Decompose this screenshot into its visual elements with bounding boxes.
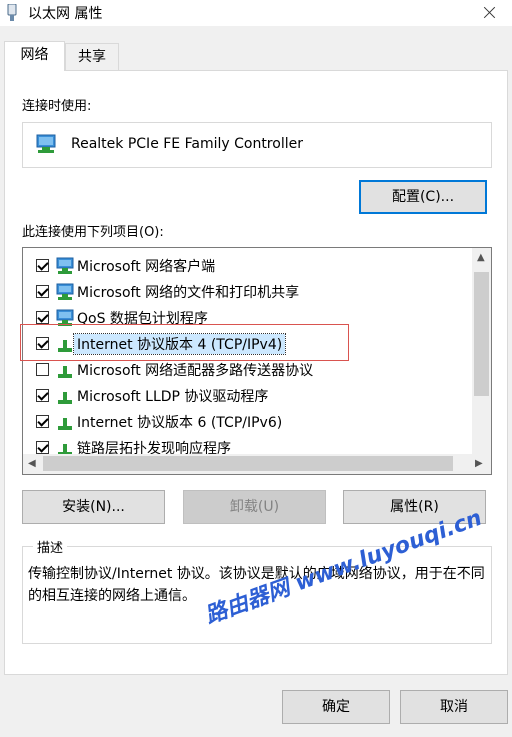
checkbox[interactable] bbox=[36, 311, 49, 324]
checkbox[interactable] bbox=[36, 285, 49, 298]
components-list[interactable]: Microsoft 网络客户端 Microsoft 网络的文件和打印机共享 Qo… bbox=[22, 247, 492, 475]
protocol-icon bbox=[58, 418, 72, 430]
network-client-icon bbox=[56, 257, 74, 274]
description-legend: 描述 bbox=[33, 537, 68, 556]
scroll-left-icon[interactable]: ◀ bbox=[28, 458, 36, 469]
title-bar: 以太网 属性 bbox=[0, 0, 512, 26]
cancel-button[interactable]: 取消 bbox=[400, 690, 508, 724]
close-button[interactable] bbox=[474, 0, 504, 26]
ok-button[interactable]: 确定 bbox=[282, 690, 390, 724]
vertical-scrollbar[interactable]: ▲ ▼ bbox=[472, 248, 491, 474]
checkbox[interactable] bbox=[36, 415, 49, 428]
scroll-up-icon[interactable]: ▲ bbox=[477, 252, 485, 263]
tab-sharing[interactable]: 共享 bbox=[65, 43, 119, 71]
list-item[interactable]: Internet 协议版本 6 (TCP/IPv6) bbox=[23, 409, 469, 435]
list-item-label: Microsoft 网络的文件和打印机共享 bbox=[77, 285, 300, 301]
uninstall-button[interactable]: 卸载(U) bbox=[183, 490, 326, 524]
checkbox[interactable] bbox=[36, 259, 49, 272]
tab-network[interactable]: 网络 bbox=[4, 41, 65, 71]
connect-using-label: 连接时使用: bbox=[22, 99, 92, 114]
network-adapter-icon bbox=[7, 4, 17, 21]
items-label: 此连接使用下列项目(O): bbox=[22, 225, 164, 240]
network-adapter-icon bbox=[36, 134, 56, 153]
list-item-label: Microsoft 网络适配器多路传送器协议 bbox=[77, 363, 314, 379]
protocol-icon bbox=[58, 392, 72, 404]
checkbox[interactable] bbox=[36, 363, 49, 376]
horizontal-scroll-thumb[interactable] bbox=[43, 456, 453, 471]
horizontal-scrollbar[interactable]: ◀ ▶ bbox=[23, 454, 491, 474]
checkbox[interactable] bbox=[36, 389, 49, 402]
adapter-name: Realtek PCIe FE Family Controller bbox=[71, 136, 303, 152]
highlight-box bbox=[20, 324, 349, 361]
list-item-label: Internet 协议版本 6 (TCP/IPv6) bbox=[77, 415, 283, 431]
window-title: 以太网 属性 bbox=[28, 6, 103, 22]
install-button[interactable]: 安装(N)... bbox=[22, 490, 165, 524]
list-item-label: Microsoft LLDP 协议驱动程序 bbox=[77, 389, 269, 405]
network-client-icon bbox=[56, 283, 74, 300]
list-item-label: Microsoft 网络客户端 bbox=[77, 259, 216, 275]
adapter-box: Realtek PCIe FE Family Controller bbox=[22, 122, 492, 168]
vertical-scroll-thumb[interactable] bbox=[474, 272, 489, 396]
configure-button[interactable]: 配置(C)... bbox=[359, 180, 487, 214]
list-item[interactable]: Microsoft 网络的文件和打印机共享 bbox=[23, 279, 469, 305]
protocol-icon bbox=[58, 366, 72, 378]
scroll-right-icon[interactable]: ▶ bbox=[475, 458, 483, 469]
list-item[interactable]: Microsoft 网络客户端 bbox=[23, 253, 469, 279]
list-item[interactable]: Microsoft LLDP 协议驱动程序 bbox=[23, 383, 469, 409]
checkbox[interactable] bbox=[36, 441, 49, 454]
